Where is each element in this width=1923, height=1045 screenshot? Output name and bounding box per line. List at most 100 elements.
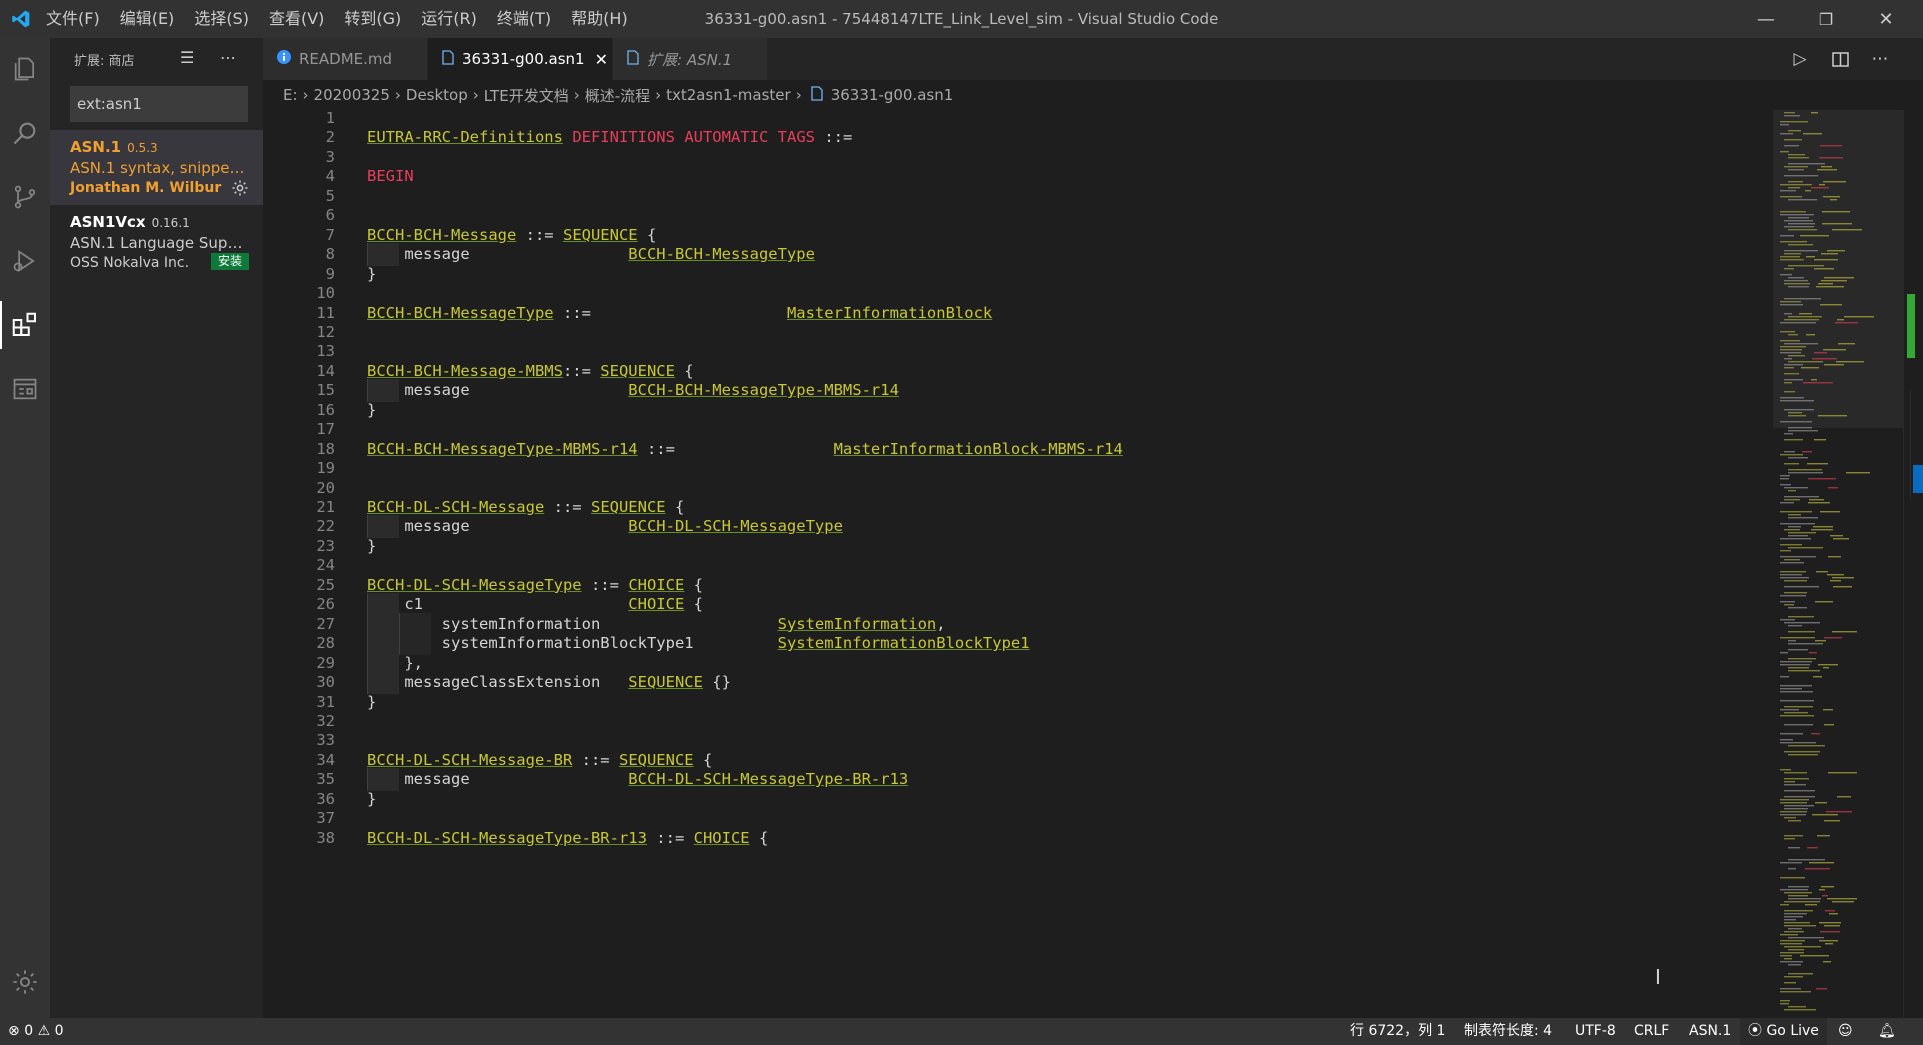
minimap-line <box>1784 253 1801 255</box>
chevron-right-icon: › <box>472 86 479 104</box>
code-line[interactable]: 38 BCCH-DL-SCH-MessageType-BR-r13 ::= CHO… <box>263 827 1703 850</box>
tab-readme[interactable]: README.md <box>263 38 428 80</box>
install-button[interactable]: 安装 <box>210 253 249 270</box>
notifications-bell-icon[interactable]: 🔔︎ <box>1878 1018 1896 1045</box>
text-token: { <box>684 575 703 594</box>
feedback-icon[interactable]: ☺ <box>1838 1018 1853 1045</box>
minimap-line <box>1830 580 1841 582</box>
breadcrumb-item[interactable]: txt2asn1-master <box>666 86 791 104</box>
minimap-line <box>1784 298 1821 300</box>
minimap-line <box>1780 943 1802 945</box>
minimap-line <box>1837 796 1851 798</box>
end-of-line[interactable]: CRLF <box>1634 1018 1669 1045</box>
scrollbar-thumb[interactable] <box>1907 294 1915 358</box>
minimap-line <box>1784 145 1799 147</box>
close-window-button[interactable]: ✕ <box>1857 0 1915 38</box>
extensions-icon[interactable] <box>0 301 50 349</box>
run-debug-icon[interactable] <box>0 237 50 285</box>
minimap-line <box>1780 196 1802 198</box>
minimap-line <box>1812 358 1837 360</box>
minimap-line <box>1788 355 1805 357</box>
minimize-button[interactable]: — <box>1737 0 1795 38</box>
title-bar: 文件(F) 编辑(E) 选择(S) 查看(V) 转到(G) 运行(R) 终端(T… <box>0 0 1923 38</box>
minimap-line <box>1780 688 1802 690</box>
code-editor[interactable]: 1 2 EUTRA-RRC-Definitions DEFINITIONS AUTO… <box>263 110 1703 1018</box>
minimap-line <box>1809 862 1834 864</box>
menu-selection[interactable]: 选择(S) <box>184 0 259 38</box>
problems-indicator[interactable]: ⊗ 0 ⚠ 0 <box>8 1018 64 1045</box>
minimap-line <box>1780 259 1804 261</box>
minimap-line <box>1780 454 1803 456</box>
editor-more-actions-icon[interactable]: ⋯ <box>1866 46 1894 72</box>
cursor-position[interactable]: 行 6722，列 1 <box>1350 1018 1445 1045</box>
menu-edit[interactable]: 编辑(E) <box>110 0 185 38</box>
breadcrumb-item[interactable]: LTE开发文档 <box>484 85 569 106</box>
identifier-token: BCCH-BCH-Message <box>367 225 517 244</box>
breadcrumb-item[interactable]: Desktop <box>406 86 468 104</box>
restore-button[interactable]: ❐ <box>1797 0 1855 38</box>
remote-explorer-icon[interactable] <box>0 365 50 413</box>
minimap-line <box>1784 487 1808 489</box>
minimap-line <box>1788 670 1820 672</box>
chevron-right-icon: › <box>573 86 580 104</box>
menu-run[interactable]: 运行(R) <box>411 0 487 38</box>
extension-item-asn1vcx[interactable]: ASN1Vcx 0.16.1 ASN.1 Language Supp... OSS… <box>50 205 263 280</box>
breadcrumb-item[interactable]: E: <box>283 86 298 104</box>
extension-item-asn1[interactable]: ASN.1 0.5.3 ASN.1 syntax, snippets,... Jo… <box>50 130 263 205</box>
minimap-line <box>1788 130 1801 132</box>
encoding[interactable]: UTF-8 <box>1575 1018 1616 1045</box>
minimap-line <box>1780 538 1811 540</box>
breadcrumb-item[interactable]: 36331-g00.asn1 <box>831 86 954 104</box>
language-mode[interactable]: ASN.1 <box>1689 1018 1731 1045</box>
source-control-icon[interactable] <box>0 173 50 221</box>
tab-size[interactable]: 制表符长度: 4 <box>1464 1018 1552 1045</box>
vertical-scrollbar[interactable] <box>1903 110 1918 1018</box>
go-live-button[interactable]: ⦿ Go Live <box>1740 1018 1827 1045</box>
menu-go[interactable]: 转到(G) <box>334 0 411 38</box>
more-actions-icon[interactable]: ⋯ <box>220 48 236 67</box>
minimap-line <box>1780 715 1814 717</box>
minimap-line <box>1780 664 1810 666</box>
extension-search-input[interactable]: ext:asn1 <box>70 86 248 122</box>
menu-file[interactable]: 文件(F) <box>36 0 110 38</box>
minimap-line <box>1819 940 1838 942</box>
identifier-token: SEQUENCE <box>600 361 675 380</box>
minimap[interactable] <box>1780 110 1900 1018</box>
chevron-right-icon: › <box>795 86 802 104</box>
text-token: } <box>367 692 377 711</box>
minimap-line <box>1788 532 1816 534</box>
minimap-line <box>1784 925 1816 927</box>
minimap-line <box>1823 181 1846 183</box>
text-cursor-icon: I <box>1655 965 1661 989</box>
tab-extension-asn1[interactable]: 扩展: ASN.1 <box>613 38 768 80</box>
search-icon[interactable] <box>0 109 50 157</box>
minimap-line <box>1814 352 1827 354</box>
split-editor-icon[interactable] <box>1826 46 1854 72</box>
run-file-icon[interactable]: ▷ <box>1786 46 1814 72</box>
minimap-line <box>1788 157 1809 159</box>
keyword-token: AUTOMATIC <box>684 128 769 147</box>
minimap-line <box>1812 814 1838 816</box>
menu-terminal[interactable]: 终端(T) <box>487 0 561 38</box>
menu-help[interactable]: 帮助(H) <box>561 0 638 38</box>
extension-gear-icon[interactable] <box>231 179 249 197</box>
breadcrumb-item[interactable]: 概述-流程 <box>585 85 650 106</box>
manage-gear-icon[interactable] <box>0 958 50 1006</box>
minimap-line <box>1780 601 1795 603</box>
explorer-icon[interactable] <box>0 45 50 93</box>
minimap-line <box>1788 154 1805 156</box>
minimap-line <box>1780 742 1816 744</box>
activity-bar <box>0 38 50 1018</box>
minimap-line <box>1801 367 1819 369</box>
minimap-line <box>1780 619 1795 621</box>
menu-view[interactable]: 查看(V) <box>259 0 334 38</box>
text-token: ::= <box>646 828 694 847</box>
close-tab-icon[interactable]: ✕ <box>595 50 608 69</box>
breadcrumb-item[interactable]: 20200325 <box>314 86 390 104</box>
tab-36331-asn1[interactable]: 36331-g00.asn1 ✕ <box>428 38 613 80</box>
minimap-line <box>1788 928 1802 930</box>
minimap-line <box>1788 868 1796 870</box>
minimap-line <box>1780 811 1807 813</box>
minimap-line <box>1788 631 1815 633</box>
filter-list-icon[interactable]: ☰ <box>180 48 194 67</box>
